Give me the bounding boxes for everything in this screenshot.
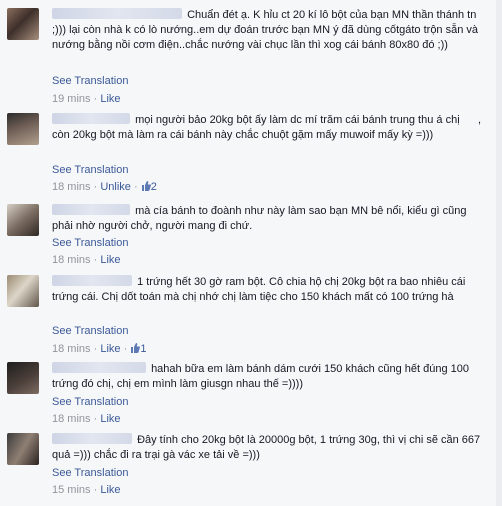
comment-body: hahah bữa em làm bánh dám cưới 150 khách… — [52, 362, 488, 392]
comment-body: Đây tính cho 20kg bột là 20000g bột, 1 t… — [52, 433, 488, 463]
comment-body: 1 trứng hết 30 gờ ram bột. Cô chia hộ ch… — [52, 275, 488, 305]
separator: · — [123, 343, 128, 355]
translation-row: See Translation — [52, 163, 128, 178]
like-button[interactable]: Like — [100, 413, 120, 425]
avatar[interactable] — [7, 275, 39, 307]
separator: · — [93, 181, 98, 193]
redacted-name[interactable] — [52, 8, 182, 19]
timestamp[interactable]: 19 mins — [52, 93, 91, 105]
see-translation-link[interactable]: See Translation — [52, 396, 128, 408]
separator: · — [93, 343, 98, 355]
comment-body: mọi người bảo 20kg bột ấy làm dc mí trăm… — [52, 113, 488, 143]
timestamp[interactable]: 18 mins — [52, 181, 91, 193]
timestamp[interactable]: 18 mins — [52, 254, 91, 266]
unlike-button[interactable]: Unlike — [100, 181, 131, 193]
comment-meta: 19 mins · Like — [52, 92, 121, 107]
like-count-value: 1 — [140, 343, 147, 355]
redacted-name[interactable] — [52, 204, 130, 215]
like-button[interactable]: Like — [100, 93, 120, 105]
avatar[interactable] — [7, 113, 39, 145]
separator: · — [93, 413, 98, 425]
avatar[interactable] — [7, 362, 39, 394]
redacted-name[interactable] — [52, 362, 146, 373]
like-button[interactable]: Like — [100, 484, 120, 496]
comment-meta: 18 mins · Like · 1 — [52, 342, 146, 357]
avatar[interactable] — [7, 204, 39, 236]
redacted-name[interactable] — [52, 275, 132, 286]
thumbs-up-icon — [141, 181, 151, 191]
scrollbar-track[interactable] — [496, 0, 502, 506]
translation-row: See Translation — [52, 324, 128, 339]
avatar[interactable] — [7, 8, 39, 40]
see-translation-link[interactable]: See Translation — [52, 237, 128, 249]
timestamp[interactable]: 18 mins — [52, 343, 91, 355]
avatar[interactable] — [7, 433, 39, 465]
like-count[interactable]: 2 — [141, 181, 157, 193]
translation-row: See Translation — [52, 466, 128, 481]
see-translation-link[interactable]: See Translation — [52, 75, 128, 87]
separator: · — [93, 254, 98, 266]
comment-meta: 15 mins · Like — [52, 483, 121, 498]
separator: · — [133, 181, 138, 193]
comment-meta: 18 mins · Like — [52, 253, 121, 268]
translation-row: See Translation — [52, 74, 128, 89]
timestamp[interactable]: 18 mins — [52, 413, 91, 425]
comment-meta: 18 mins · Like — [52, 412, 121, 427]
like-count[interactable]: 1 — [130, 343, 146, 355]
thumbs-up-icon — [131, 343, 141, 353]
scrollbar-thumb[interactable] — [496, 0, 502, 506]
redacted-name[interactable] — [52, 113, 130, 124]
see-translation-link[interactable]: See Translation — [52, 467, 128, 479]
like-count-value: 2 — [150, 181, 157, 193]
like-button[interactable]: Like — [100, 343, 120, 355]
comment-meta: 18 mins · Unlike · 2 — [52, 180, 157, 195]
comment-list: Chuẩn đét ạ. K hỉu ct 20 kí lô bột của b… — [0, 0, 496, 506]
see-translation-link[interactable]: See Translation — [52, 164, 128, 176]
see-translation-link[interactable]: See Translation — [52, 325, 128, 337]
comment-body: mà cía bánh to đoành như này làm sao bạn… — [52, 204, 488, 234]
translation-row: See Translation — [52, 236, 128, 251]
like-button[interactable]: Like — [100, 254, 120, 266]
separator: · — [93, 484, 98, 496]
redacted-name[interactable] — [52, 433, 132, 444]
timestamp[interactable]: 15 mins — [52, 484, 91, 496]
comment-body: Chuẩn đét ạ. K hỉu ct 20 kí lô bột của b… — [52, 8, 488, 53]
separator: · — [93, 93, 98, 105]
translation-row: See Translation — [52, 395, 128, 410]
